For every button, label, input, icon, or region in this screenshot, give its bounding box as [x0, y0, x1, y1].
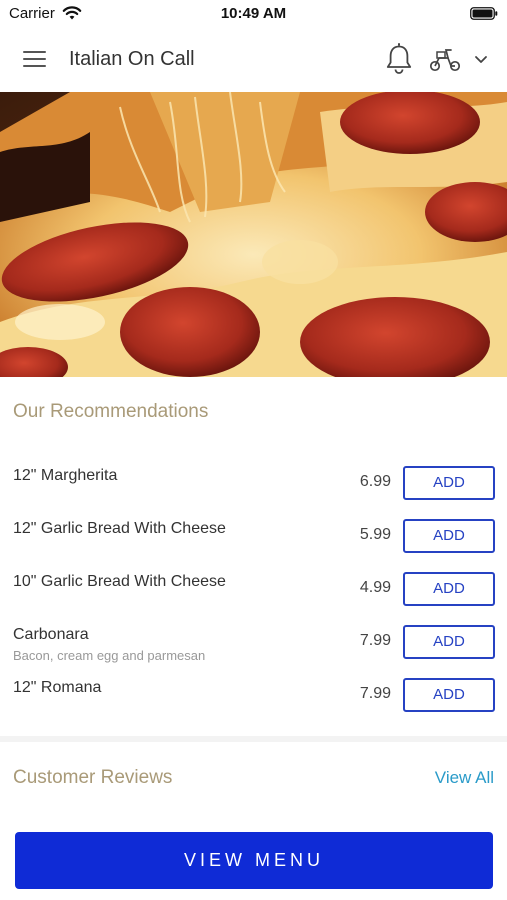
section-divider [0, 736, 507, 742]
status-bar: Carrier 10:49 AM [0, 0, 507, 28]
menu-item-price: 5.99 [359, 526, 391, 543]
delivery-mode-button[interactable] [428, 44, 490, 74]
menu-item-description: Bacon, cream egg and parmesan [13, 648, 206, 663]
menu-icon [23, 51, 46, 53]
add-garlic-bread-12-button[interactable]: ADD [403, 519, 495, 553]
pizza-illustration [0, 92, 507, 377]
menu-button[interactable] [18, 44, 52, 74]
hero-pizza-image [0, 92, 507, 377]
menu-item-row: 12" Romana 7.99 ADD [0, 670, 507, 723]
menu-item-price: 4.99 [359, 579, 391, 596]
add-margherita-button[interactable]: ADD [403, 466, 495, 500]
menu-item-price: 7.99 [359, 632, 391, 649]
menu-item-row: 12" Garlic Bread With Cheese 5.99 ADD [0, 511, 507, 564]
menu-item-row: 10" Garlic Bread With Cheese 4.99 ADD [0, 564, 507, 617]
menu-item-price: 7.99 [359, 685, 391, 702]
menu-item-row: Carbonara Bacon, cream egg and parmesan … [0, 617, 507, 670]
customer-reviews-title: Customer Reviews [13, 767, 173, 788]
app-header: Italian On Call [0, 28, 507, 92]
bell-icon [386, 43, 412, 74]
chevron-down-icon [475, 56, 487, 63]
view-menu-button[interactable]: VIEW MENU [15, 832, 493, 889]
menu-item-name: 10" Garlic Bread With Cheese [13, 573, 226, 590]
notifications-button[interactable] [383, 42, 415, 76]
recommendations-title: Our Recommendations [13, 401, 209, 422]
menu-item-name: 12" Garlic Bread With Cheese [13, 520, 226, 537]
menu-item-name: 12" Romana [13, 679, 102, 696]
menu-item-name: Carbonara [13, 626, 89, 643]
add-garlic-bread-10-button[interactable]: ADD [403, 572, 495, 606]
menu-item-price: 6.99 [359, 473, 391, 490]
add-carbonara-button[interactable]: ADD [403, 625, 495, 659]
status-time: 10:49 AM [220, 5, 287, 22]
battery-icon [470, 7, 498, 20]
menu-item-name: 12" Margherita [13, 467, 118, 484]
add-romana-button[interactable]: ADD [403, 678, 495, 712]
view-all-reviews-link[interactable]: View All [435, 768, 494, 788]
menu-item-row: 12" Margherita 6.99 ADD [0, 458, 507, 511]
scooter-icon [429, 49, 461, 72]
app-title: Italian On Call [69, 48, 195, 70]
